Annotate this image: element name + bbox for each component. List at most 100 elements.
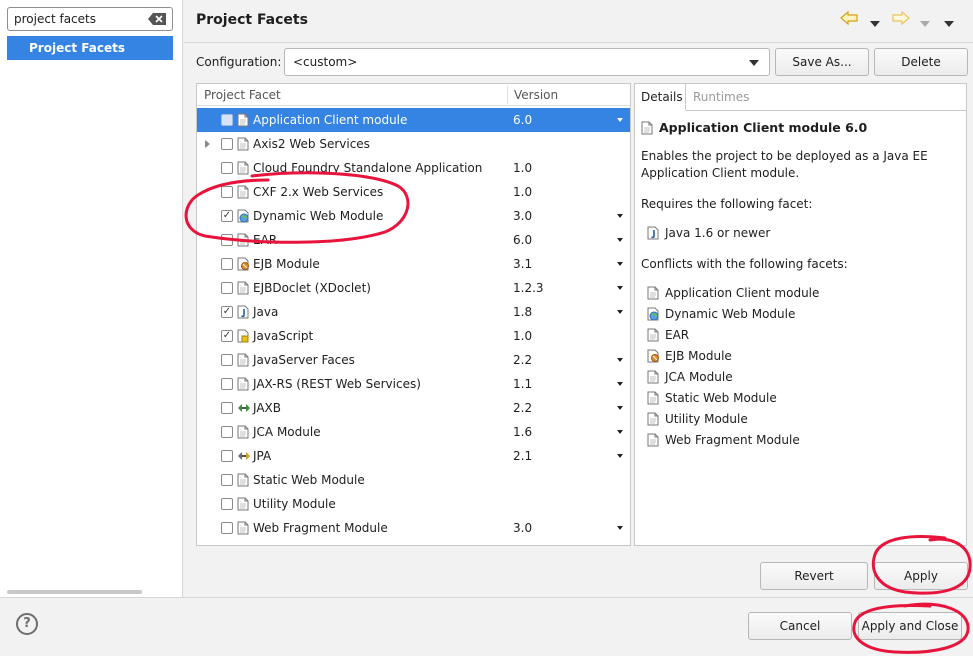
column-header-version[interactable]: Version — [514, 88, 558, 102]
facet-name: CXF 2.x Web Services — [253, 185, 384, 199]
facet-checkbox[interactable] — [221, 234, 233, 246]
facet-version[interactable]: 1.1 — [513, 377, 532, 391]
facet-version[interactable]: 3.0 — [513, 521, 532, 535]
apply-button[interactable]: Apply — [874, 562, 968, 590]
version-dropdown-icon[interactable] — [617, 406, 623, 410]
version-dropdown-icon[interactable] — [617, 118, 623, 122]
facet-version[interactable]: 2.2 — [513, 353, 532, 367]
facet-version[interactable]: 3.1 — [513, 257, 532, 271]
list-item: EAR — [647, 328, 819, 349]
table-row[interactable]: Application Client module 6.0 — [197, 108, 630, 132]
facet-version[interactable]: 6.0 — [513, 233, 532, 247]
requires-list: Java 1.6 or newer — [647, 226, 770, 247]
details-title: Application Client module 6.0 — [641, 120, 867, 135]
forward-menu-chevron-icon[interactable] — [920, 16, 930, 30]
table-row[interactable]: JPA 2.1 — [197, 444, 630, 468]
facet-checkbox[interactable] — [221, 426, 233, 438]
table-row[interactable]: ✓ Dynamic Web Module 3.0 — [197, 204, 630, 228]
page-icon — [647, 286, 660, 300]
column-header-facet[interactable]: Project Facet — [204, 88, 281, 102]
list-item-label: Java 1.6 or newer — [665, 226, 771, 240]
facet-checkbox[interactable]: ✓ — [221, 330, 233, 342]
forward-arrow-icon[interactable] — [892, 10, 910, 29]
facet-version[interactable]: 1.8 — [513, 305, 532, 319]
version-dropdown-icon[interactable] — [617, 214, 623, 218]
save-as-button[interactable]: Save As... — [775, 48, 869, 76]
view-menu-chevron-icon[interactable] — [944, 16, 954, 30]
table-row[interactable]: JavaServer Faces 2.2 — [197, 348, 630, 372]
version-dropdown-icon[interactable] — [617, 262, 623, 266]
facet-version: 1.0 — [513, 161, 533, 175]
facet-version[interactable]: 1.2.3 — [513, 281, 544, 295]
page-icon — [237, 233, 250, 247]
ejb-icon — [237, 257, 250, 271]
page-icon — [237, 425, 250, 439]
table-row[interactable]: JAX-RS (REST Web Services) 1.1 — [197, 372, 630, 396]
table-row[interactable]: JCA Module 1.6 — [197, 420, 630, 444]
expand-arrow-icon[interactable] — [205, 140, 210, 148]
facet-version[interactable]: 2.2 — [513, 401, 532, 415]
clear-icon[interactable] — [148, 13, 166, 25]
page-icon — [237, 161, 250, 175]
facet-checkbox[interactable] — [221, 186, 233, 198]
version-dropdown-icon[interactable] — [617, 286, 623, 290]
facet-checkbox[interactable] — [221, 354, 233, 366]
back-arrow-icon[interactable] — [840, 10, 858, 29]
facet-checkbox[interactable] — [221, 114, 233, 126]
facet-checkbox[interactable] — [221, 258, 233, 270]
configuration-label: Configuration: — [196, 55, 282, 69]
table-row[interactable]: ✓ Java 1.8 — [197, 300, 630, 324]
facet-checkbox[interactable]: ✓ — [221, 306, 233, 318]
facet-version[interactable]: 6.0 — [513, 113, 532, 127]
back-menu-chevron-icon[interactable] — [870, 16, 880, 30]
globe-icon — [237, 209, 250, 223]
facet-checkbox[interactable]: ✓ — [221, 210, 233, 222]
facet-version[interactable]: 1.6 — [513, 425, 532, 439]
tab-runtimes[interactable]: Runtimes — [693, 90, 749, 104]
version-dropdown-icon[interactable] — [617, 310, 623, 314]
facet-checkbox[interactable] — [221, 162, 233, 174]
table-row[interactable]: Cloud Foundry Standalone Application 1.0 — [197, 156, 630, 180]
tab-details[interactable]: Details — [635, 84, 686, 110]
version-dropdown-icon[interactable] — [617, 238, 623, 242]
configuration-combo[interactable]: <custom> — [284, 48, 770, 76]
facet-checkbox[interactable] — [221, 138, 233, 150]
cancel-button[interactable]: Cancel — [748, 612, 852, 640]
facet-name: Utility Module — [253, 497, 336, 511]
horizontal-scrollbar[interactable] — [7, 590, 142, 594]
version-dropdown-icon[interactable] — [617, 454, 623, 458]
list-item: EJB Module — [647, 349, 819, 370]
filter-input[interactable] — [12, 10, 144, 28]
facet-checkbox[interactable] — [221, 498, 233, 510]
facet-checkbox[interactable] — [221, 450, 233, 462]
facet-version: 1.0 — [513, 329, 533, 343]
facet-checkbox[interactable] — [221, 522, 233, 534]
version-dropdown-icon[interactable] — [617, 526, 623, 530]
revert-button[interactable]: Revert — [760, 562, 868, 590]
facet-checkbox[interactable] — [221, 282, 233, 294]
table-row[interactable]: EAR 6.0 — [197, 228, 630, 252]
facet-checkbox[interactable] — [221, 378, 233, 390]
table-row[interactable]: JAXB 2.2 — [197, 396, 630, 420]
version-dropdown-icon[interactable] — [617, 430, 623, 434]
delete-button[interactable]: Delete — [874, 48, 968, 76]
apply-and-close-button[interactable]: Apply and Close — [858, 612, 962, 640]
facet-name: EJB Module — [253, 257, 320, 271]
table-row[interactable]: EJBDoclet (XDoclet) 1.2.3 — [197, 276, 630, 300]
table-row[interactable]: Utility Module — [197, 492, 630, 516]
facet-checkbox[interactable] — [221, 474, 233, 486]
table-row[interactable]: Static Web Module — [197, 468, 630, 492]
tree-item-project-facets[interactable]: Project Facets — [7, 36, 173, 60]
facet-version[interactable]: 3.0 — [513, 209, 532, 223]
table-row[interactable]: Axis2 Web Services — [197, 132, 630, 156]
version-dropdown-icon[interactable] — [617, 358, 623, 362]
help-icon[interactable]: ? — [16, 613, 38, 635]
version-dropdown-icon[interactable] — [617, 382, 623, 386]
facet-checkbox[interactable] — [221, 402, 233, 414]
table-row[interactable]: Web Fragment Module 3.0 — [197, 516, 630, 540]
page-icon — [237, 353, 250, 367]
table-row[interactable]: ✓ JavaScript 1.0 — [197, 324, 630, 348]
table-row[interactable]: CXF 2.x Web Services 1.0 — [197, 180, 630, 204]
facet-version[interactable]: 2.1 — [513, 449, 532, 463]
table-row[interactable]: EJB Module 3.1 — [197, 252, 630, 276]
